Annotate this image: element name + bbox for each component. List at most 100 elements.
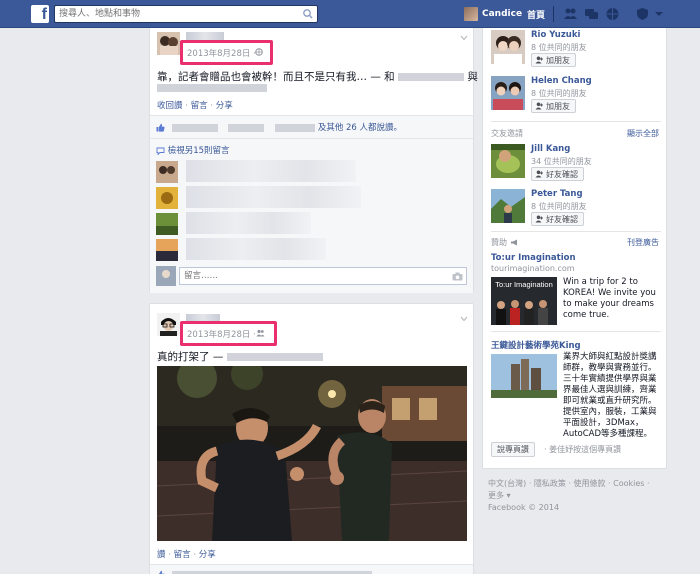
friend-request-item: Peter Tang 8 位共同的朋友 好友確認	[491, 189, 666, 226]
person-name[interactable]: Rio Yuzuki	[531, 30, 580, 40]
camera-icon[interactable]	[452, 272, 463, 281]
add-friend-button[interactable]: 加朋友	[531, 99, 576, 113]
divider	[491, 231, 661, 232]
sponsored-label: 贊助	[491, 238, 507, 247]
comment-composer	[156, 266, 467, 286]
facebook-logo-icon[interactable]: f	[31, 5, 49, 23]
tagged-name[interactable]	[226, 353, 323, 361]
comment-input[interactable]	[179, 267, 467, 285]
privacy-icon[interactable]	[635, 7, 650, 21]
comment	[156, 212, 467, 236]
share-link[interactable]: 分享	[199, 550, 216, 560]
author-name[interactable]	[186, 32, 224, 40]
avatar[interactable]	[156, 161, 178, 183]
mutual-friends[interactable]: 8 位共同的朋友	[531, 88, 587, 99]
ad-image-people	[496, 300, 548, 325]
search-input[interactable]	[55, 6, 295, 22]
avatar[interactable]	[157, 32, 180, 55]
notifications-icon[interactable]	[605, 7, 620, 21]
ad-title[interactable]: To:ur Imagination	[491, 253, 576, 263]
view-more-comments[interactable]: 檢視另15則留言	[156, 144, 230, 156]
post-photo[interactable]	[157, 366, 467, 541]
divider	[491, 121, 661, 122]
chevron-down-icon[interactable]	[460, 316, 468, 322]
avatar[interactable]	[491, 30, 525, 64]
mutual-friends[interactable]: 34 位共同的朋友	[531, 156, 592, 167]
avatar[interactable]	[157, 313, 180, 336]
confirm-friend-button[interactable]: 好友確認	[531, 212, 584, 226]
timestamp[interactable]: 2013年8月28日 ·	[187, 47, 256, 59]
timestamp[interactable]: 2013年8月28日 ·	[187, 328, 256, 340]
comment-bubble-icon	[156, 147, 165, 156]
avatar[interactable]	[491, 76, 525, 110]
chevron-down-icon[interactable]	[460, 35, 468, 41]
avatar	[464, 7, 478, 21]
like-link[interactable]: 讚	[157, 550, 166, 560]
divider	[150, 138, 473, 139]
avatar[interactable]	[156, 213, 178, 235]
avatar[interactable]	[491, 144, 525, 178]
comment	[156, 160, 467, 184]
sponsored-title: 贊助	[491, 237, 519, 248]
confirm-friend-label: 好友確認	[546, 169, 578, 179]
person-name[interactable]: Helen Chang	[531, 76, 592, 86]
avatar[interactable]	[491, 189, 525, 223]
top-navigation-bar: f Candice 首頁	[0, 0, 700, 28]
tagged-name[interactable]	[398, 73, 465, 81]
create-ad-link[interactable]: 刊登廣告	[627, 237, 659, 248]
avatar[interactable]	[156, 266, 176, 286]
search-icon[interactable]	[299, 6, 317, 22]
ad-image[interactable]: To:ur Imagination	[491, 277, 557, 325]
see-all-link[interactable]: 顯示全部	[627, 128, 659, 139]
comment-text	[186, 160, 356, 182]
liker-name[interactable]	[275, 123, 316, 132]
likes-sentence: 及其他 26 人都說讚。	[156, 121, 402, 133]
comment-link[interactable]: 留言	[191, 101, 208, 111]
avatar[interactable]	[156, 239, 178, 261]
people-you-may-know-item: Rio Yuzuki 8 位共同的朋友 加朋友	[491, 30, 666, 67]
add-friend-label: 加朋友	[546, 55, 570, 65]
profile-link[interactable]: Candice	[464, 6, 522, 22]
search-box[interactable]	[54, 5, 318, 23]
add-friend-label: 加朋友	[546, 101, 570, 111]
person-name[interactable]: Peter Tang	[531, 189, 583, 199]
mutual-friends[interactable]: 8 位共同的朋友	[531, 42, 587, 53]
liker-name[interactable]	[228, 123, 265, 132]
likes-sentence	[156, 570, 372, 574]
comment	[156, 238, 467, 262]
share-link[interactable]: 分享	[216, 101, 233, 111]
view-comments-label: 檢視另15則留言	[167, 146, 230, 156]
footer-links[interactable]: 中文(台灣) · 隱私政策 · 使用條款 · Cookies ·	[488, 478, 650, 490]
liker-name[interactable]	[171, 123, 218, 132]
home-link[interactable]: 首頁	[527, 8, 545, 21]
add-friend-icon	[535, 170, 543, 178]
add-friend-button[interactable]: 加朋友	[531, 53, 576, 67]
post-text-main: 真的打架了 —	[157, 351, 224, 363]
ad-social-context: · 姜佳妤按這個專頁讚	[544, 445, 622, 454]
ad-body[interactable]: 業界大師與紅點設計獎講師群，教學與實務並行。三十年實績提供學界與業界最佳人選與訓…	[563, 352, 663, 440]
feed-story: 2013年8月28日 · 靠，記者會贈品也會被幹！而且不是只有我… — 和 與 …	[149, 28, 478, 293]
people-you-may-know-item: Helen Chang 8 位共同的朋友 加朋友	[491, 76, 666, 113]
ad-body[interactable]: Win a trip for 2 to KOREA! We invite you…	[563, 277, 663, 321]
confirm-friend-button[interactable]: 好友確認	[531, 167, 584, 181]
likes-count-link[interactable]: 及其他 26 人都說讚。	[318, 123, 402, 133]
ad-title[interactable]: 王鍵設計藝術學苑King	[491, 339, 581, 351]
settings-dropdown-icon[interactable]	[654, 7, 664, 21]
comment-text	[186, 186, 361, 208]
footer-more-link[interactable]: 更多 ▾	[488, 490, 650, 502]
messages-icon[interactable]	[584, 7, 599, 21]
avatar[interactable]	[156, 187, 178, 209]
like-page-button[interactable]: 說專頁讚	[491, 442, 535, 457]
person-name[interactable]: Jill Kang	[531, 144, 570, 154]
unlike-link[interactable]: 收回讚	[157, 101, 183, 111]
liker-names[interactable]	[171, 570, 372, 574]
feedback-section: 及其他 26 人都說讚。 檢視另15則留言	[150, 115, 473, 293]
comment-text	[186, 238, 326, 260]
tagged-name[interactable]	[157, 84, 267, 92]
ad-image[interactable]	[491, 354, 557, 398]
add-friend-icon	[535, 102, 543, 110]
ad-domain[interactable]: tourimagination.com	[491, 264, 575, 273]
friend-requests-icon[interactable]	[563, 7, 578, 21]
mutual-friends[interactable]: 8 位共同的朋友	[531, 201, 587, 212]
comment-link[interactable]: 留言	[174, 550, 191, 560]
